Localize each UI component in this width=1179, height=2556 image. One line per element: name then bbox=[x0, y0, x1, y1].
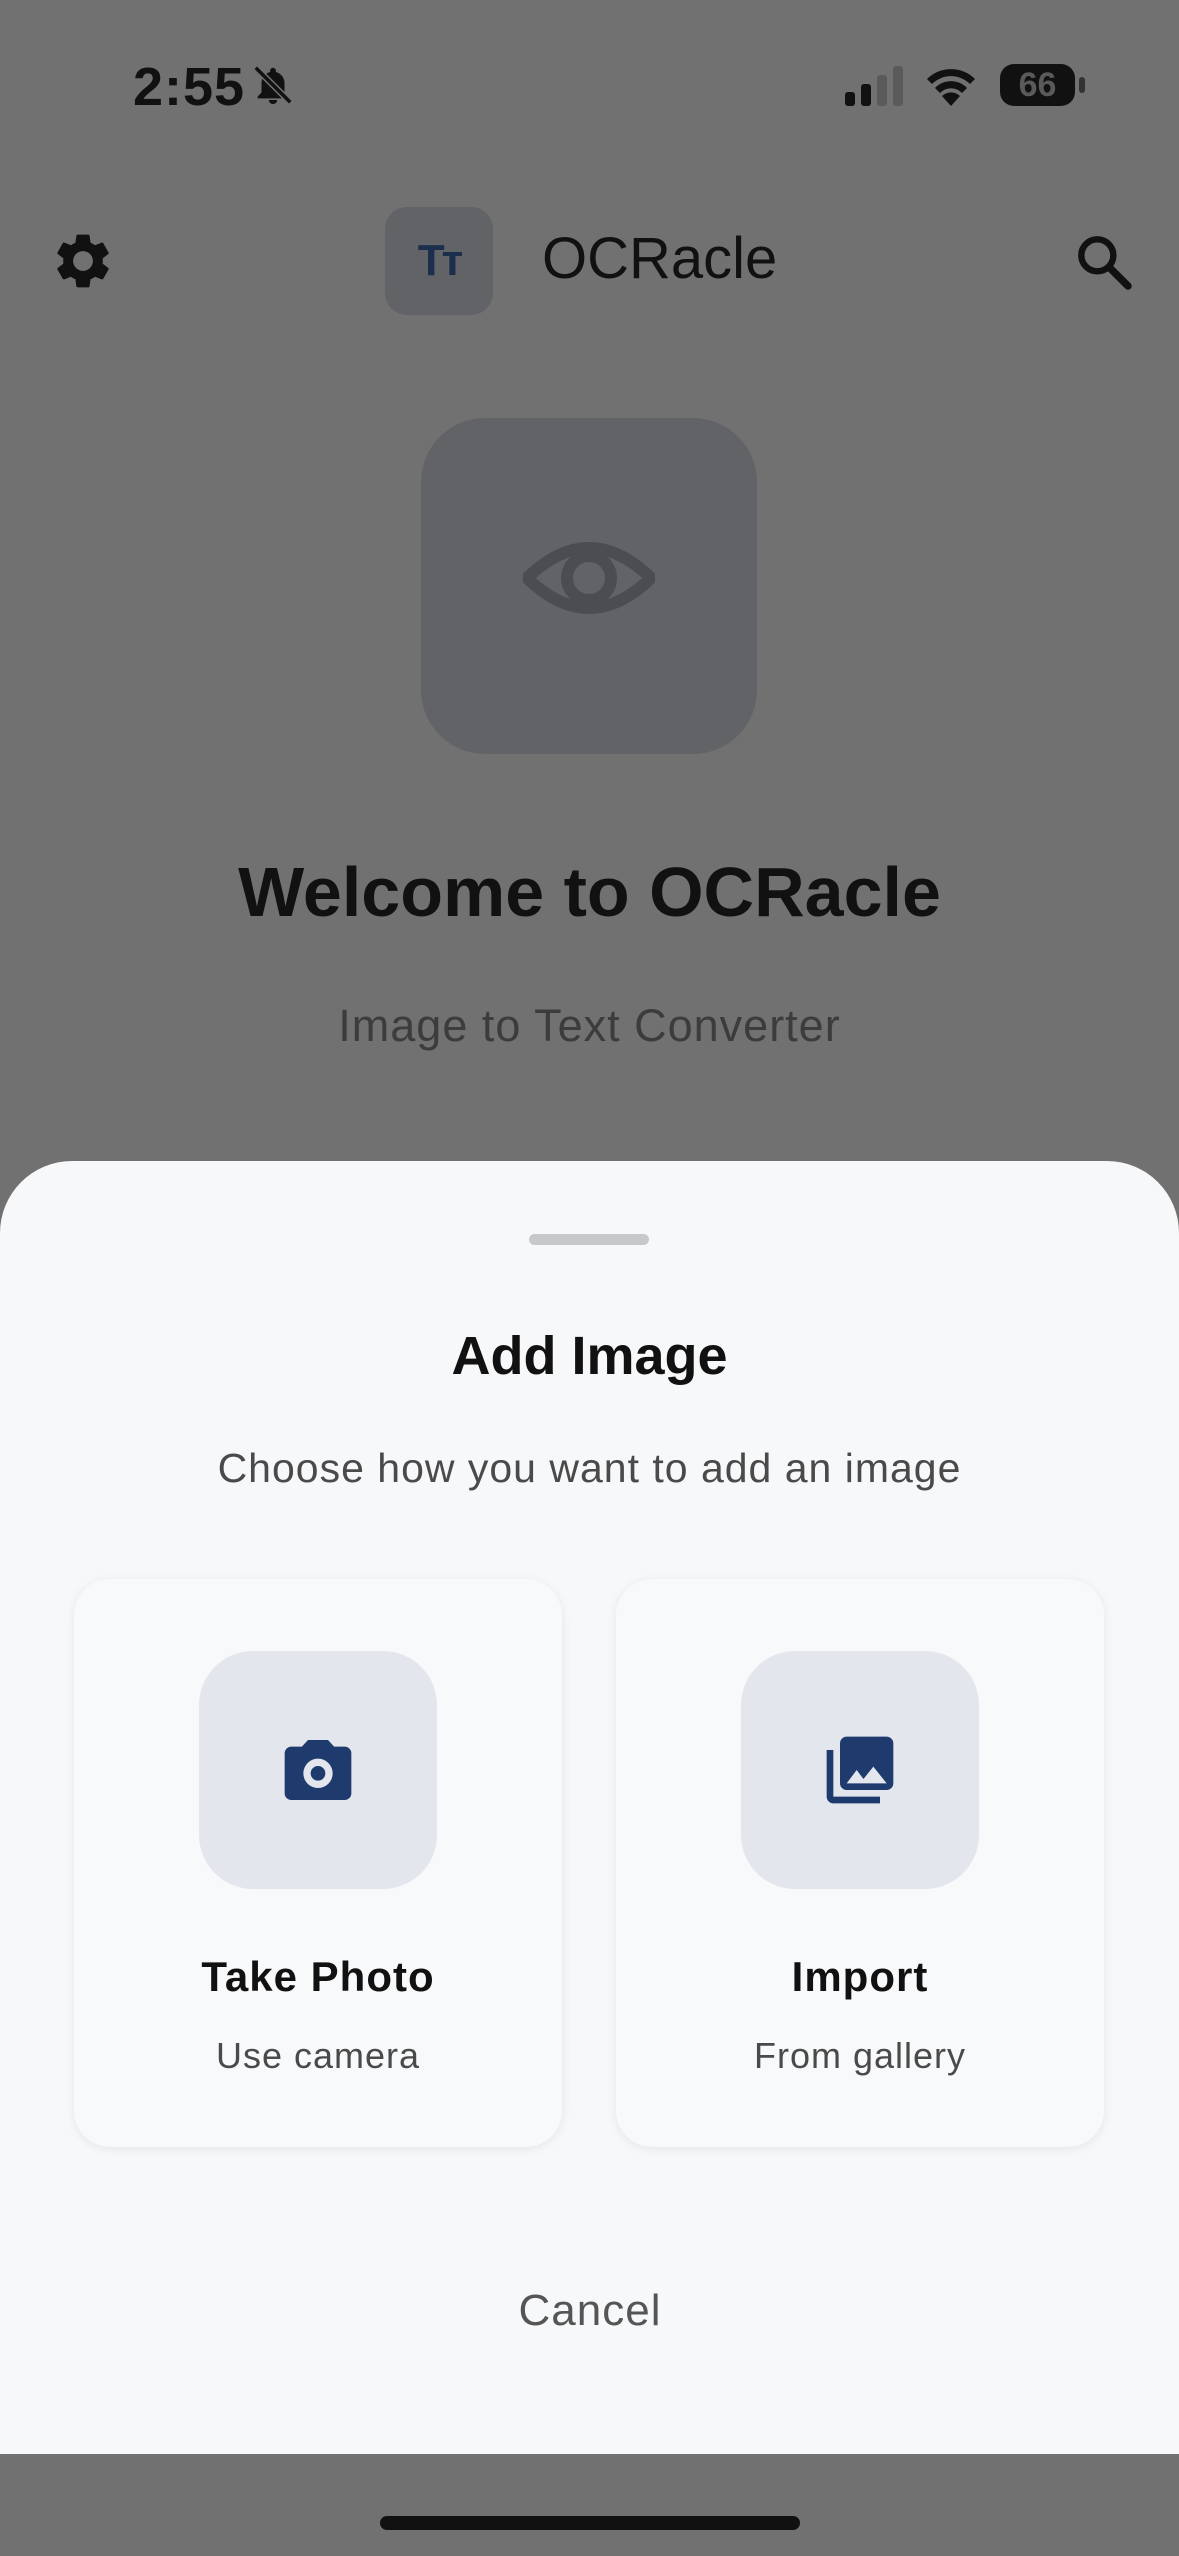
import-icon-tile bbox=[741, 1651, 979, 1889]
import-sublabel: From gallery bbox=[753, 2035, 967, 2076]
search-button[interactable] bbox=[1072, 230, 1142, 300]
text-size-icon: Tт bbox=[417, 236, 463, 285]
cancel-button[interactable]: Cancel bbox=[440, 2266, 740, 2356]
sheet-drag-handle[interactable] bbox=[529, 1234, 649, 1245]
cellular-signal-icon bbox=[845, 66, 905, 111]
take-photo-sublabel: Use camera bbox=[215, 2035, 421, 2076]
settings-button[interactable] bbox=[50, 228, 120, 298]
sheet-subtitle: Choose how you want to add an image bbox=[217, 1445, 962, 1491]
welcome-subtitle: Image to Text Converter bbox=[338, 1000, 841, 1051]
hero-illustration bbox=[421, 418, 757, 754]
app-logo: Tт bbox=[385, 207, 493, 315]
gear-icon bbox=[50, 234, 116, 298]
camera-icon bbox=[284, 1740, 352, 1800]
sheet-title: Add Image bbox=[451, 1326, 728, 1386]
take-photo-label: Take Photo bbox=[201, 1953, 435, 2000]
take-photo-icon-tile bbox=[199, 1651, 437, 1889]
eye-icon bbox=[518, 528, 660, 633]
take-photo-button[interactable]: Take Photo Use camera bbox=[74, 1579, 562, 2147]
welcome-title: Welcome to OCRacle bbox=[238, 853, 941, 931]
search-icon bbox=[1072, 236, 1136, 298]
import-label: Import bbox=[791, 1953, 929, 2000]
battery-level: 66 bbox=[1018, 66, 1057, 104]
import-button[interactable]: Import From gallery bbox=[616, 1579, 1104, 2147]
bell-slash-icon bbox=[250, 62, 296, 113]
add-image-sheet: Add Image Choose how you want to add an … bbox=[0, 1161, 1179, 2454]
status-time: 2:55 bbox=[133, 57, 246, 117]
app-title: OCRacle bbox=[542, 226, 778, 291]
photo-library-icon bbox=[826, 1736, 894, 1804]
status-bar: 2:55 66 bbox=[0, 0, 1179, 170]
home-indicator[interactable] bbox=[380, 2516, 800, 2530]
wifi-icon bbox=[924, 62, 978, 111]
